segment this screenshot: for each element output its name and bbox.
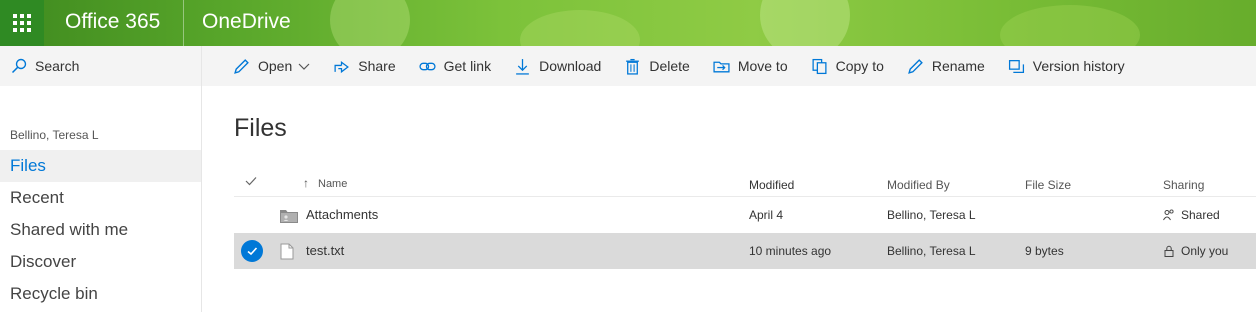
search-box[interactable]: Search <box>0 46 201 86</box>
delete-label: Delete <box>649 58 690 74</box>
nav-user-name: Bellino, Teresa L <box>10 128 99 142</box>
file-list: ↑ Name Modified Modified By File Size Sh… <box>234 166 1256 269</box>
rename-label: Rename <box>931 58 985 74</box>
decor-leaf <box>1000 5 1140 46</box>
version-history-button[interactable]: Version history <box>1008 46 1125 86</box>
version-history-icon <box>1008 59 1024 73</box>
link-icon <box>419 62 436 70</box>
search-label: Search <box>35 58 80 74</box>
column-header-name[interactable]: Name <box>318 178 347 190</box>
trash-icon <box>626 58 640 75</box>
download-button[interactable]: Download <box>514 46 601 86</box>
file-name[interactable]: Attachments <box>306 197 378 233</box>
sort-ascending-icon: ↑ <box>303 176 309 190</box>
folder-icon <box>280 197 298 233</box>
share-label: Share <box>358 58 396 74</box>
share-icon <box>334 60 350 73</box>
nav-item-recycle-bin[interactable]: Recycle bin <box>0 278 201 310</box>
file-size: 9 bytes <box>1025 244 1064 258</box>
file-list-header: ↑ Name Modified Modified By File Size Sh… <box>234 166 1256 197</box>
chevron-down-icon <box>298 63 310 70</box>
decor-leaf <box>760 0 850 46</box>
move-icon <box>713 61 730 72</box>
command-bar: Open Share Get link Download Delete Move… <box>202 46 1256 86</box>
column-header-file-size[interactable]: File Size <box>1025 178 1071 192</box>
checkmark-icon <box>241 240 263 262</box>
move-to-label: Move to <box>737 58 788 74</box>
text-file-icon <box>280 233 294 269</box>
sharing-label: Shared <box>1181 208 1220 222</box>
people-icon <box>1163 209 1174 221</box>
table-row[interactable]: test.txt 10 minutes ago Bellino, Teresa … <box>234 233 1256 269</box>
open-button[interactable]: Open <box>233 46 310 86</box>
lock-icon <box>1164 245 1174 257</box>
rename-button[interactable]: Rename <box>907 46 985 86</box>
decor-leaf <box>330 0 410 46</box>
modified-date: 10 minutes ago <box>749 244 832 258</box>
suite-header: Office 365 OneDrive <box>0 0 1256 46</box>
decor-leaf <box>520 10 640 46</box>
nav-item-files[interactable]: Files <box>0 150 201 182</box>
copy-icon <box>812 58 827 74</box>
sharing-status[interactable]: Shared <box>1163 197 1220 233</box>
onedrive-brand[interactable]: OneDrive <box>202 0 291 46</box>
brand-divider <box>183 0 184 46</box>
search-icon <box>11 58 27 74</box>
app-launcher-button[interactable] <box>0 0 44 46</box>
modified-by: Bellino, Teresa L <box>887 208 976 222</box>
file-name[interactable]: test.txt <box>306 233 344 269</box>
copy-to-label: Copy to <box>835 58 884 74</box>
nav-item-shared-with-me[interactable]: Shared with me <box>0 214 201 246</box>
left-nav: Search Bellino, Teresa L Files Recent Sh… <box>0 46 202 312</box>
waffle-icon <box>13 14 31 32</box>
column-header-modified[interactable]: Modified <box>749 178 794 192</box>
column-header-sharing[interactable]: Sharing <box>1163 178 1204 192</box>
get-link-label: Get link <box>443 58 492 74</box>
sharing-label: Only you <box>1181 244 1229 258</box>
page-title: Files <box>234 114 287 142</box>
nav-item-recent[interactable]: Recent <box>0 182 201 214</box>
open-label: Open <box>258 58 293 74</box>
nav-list: Files Recent Shared with me Discover Rec… <box>0 150 201 310</box>
modified-by: Bellino, Teresa L <box>887 244 976 258</box>
download-label: Download <box>539 58 602 74</box>
pencil-icon <box>907 58 923 74</box>
version-history-label: Version history <box>1032 58 1125 74</box>
select-all-checkmark-icon[interactable] <box>244 174 258 188</box>
delete-button[interactable]: Delete <box>624 46 690 86</box>
pencil-icon <box>234 58 249 74</box>
column-header-modified-by[interactable]: Modified By <box>887 178 950 192</box>
sharing-status[interactable]: Only you <box>1163 233 1228 269</box>
copy-to-button[interactable]: Copy to <box>811 46 884 86</box>
office365-brand[interactable]: Office 365 <box>65 0 160 46</box>
move-to-button[interactable]: Move to <box>713 46 788 86</box>
get-link-button[interactable]: Get link <box>419 46 491 86</box>
row-checkbox[interactable] <box>241 233 263 262</box>
download-icon <box>516 58 529 75</box>
table-row[interactable]: Attachments April 4 Bellino, Teresa L Sh… <box>234 197 1256 233</box>
modified-date: April 4 <box>749 208 784 222</box>
share-button[interactable]: Share <box>333 46 396 86</box>
nav-item-discover[interactable]: Discover <box>0 246 201 278</box>
